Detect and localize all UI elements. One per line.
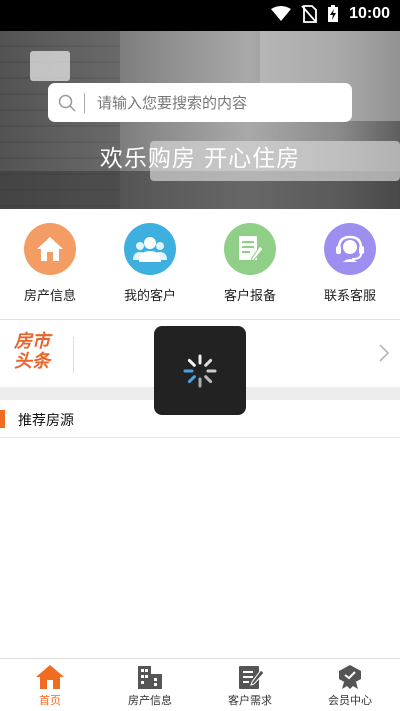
- news-logo-line2: 头条: [14, 351, 50, 372]
- news-separator: [73, 337, 74, 373]
- customers-icon: [124, 223, 176, 275]
- edit-list-icon: [239, 666, 265, 689]
- quick-nav-label: 房产信息: [23, 289, 76, 304]
- quick-nav-label: 我的客户: [123, 289, 176, 304]
- quick-nav: 房产信息 我的客户 客户报备 联系客服: [0, 223, 400, 309]
- report-form-icon: [224, 223, 276, 275]
- home-icon: [36, 665, 64, 689]
- tab-member-center[interactable]: 会员中心: [300, 659, 400, 711]
- tab-label: 客户需求: [228, 694, 272, 707]
- tab-label: 首页: [39, 694, 61, 707]
- battery-charging-icon: [328, 5, 339, 22]
- news-logo: 房市 头条: [14, 332, 50, 372]
- tab-home[interactable]: 首页: [0, 659, 100, 711]
- bottom-tab-bar: 首页 房产信息 客户需求 会员中心: [0, 658, 400, 711]
- hero-lamp-decor: [30, 51, 70, 81]
- search-separator: [84, 92, 85, 113]
- app-screen: 10:00 欢乐购房 开心住房 房产信息: [0, 0, 400, 711]
- tab-property-info[interactable]: 房产信息: [100, 659, 200, 711]
- quick-nav-customer-report[interactable]: 客户报备: [200, 223, 300, 309]
- member-badge-icon: [339, 665, 361, 689]
- section-title: 推荐房源: [18, 413, 74, 429]
- no-sim-icon: [301, 5, 317, 23]
- search-input[interactable]: [97, 93, 327, 112]
- clock: 10:00: [349, 5, 390, 22]
- wifi-icon: [271, 6, 292, 21]
- tab-label: 会员中心: [328, 694, 372, 707]
- quick-nav-property-info[interactable]: 房产信息: [0, 223, 100, 309]
- section-accent-bar: [0, 410, 5, 428]
- search-icon: [58, 94, 76, 112]
- quick-nav-my-customers[interactable]: 我的客户: [100, 223, 200, 309]
- quick-nav-label: 联系客服: [323, 289, 376, 304]
- hero-banner: 欢乐购房 开心住房: [0, 31, 400, 209]
- spinner-icon: [183, 354, 217, 387]
- customer-service-icon: [324, 223, 376, 275]
- quick-nav-contact-service[interactable]: 联系客服: [300, 223, 400, 309]
- quick-nav-label: 客户报备: [223, 289, 276, 304]
- tab-label: 房产信息: [128, 694, 172, 707]
- news-logo-line1: 房市: [14, 331, 50, 352]
- tab-customer-needs[interactable]: 客户需求: [200, 659, 300, 711]
- chevron-right-icon[interactable]: [378, 343, 390, 363]
- status-bar: 10:00: [0, 0, 400, 31]
- hero-slogan: 欢乐购房 开心住房: [99, 146, 301, 172]
- loading-spinner: [154, 326, 246, 415]
- search-bar[interactable]: [48, 83, 352, 122]
- house-icon: [24, 223, 76, 275]
- building-icon: [138, 666, 162, 689]
